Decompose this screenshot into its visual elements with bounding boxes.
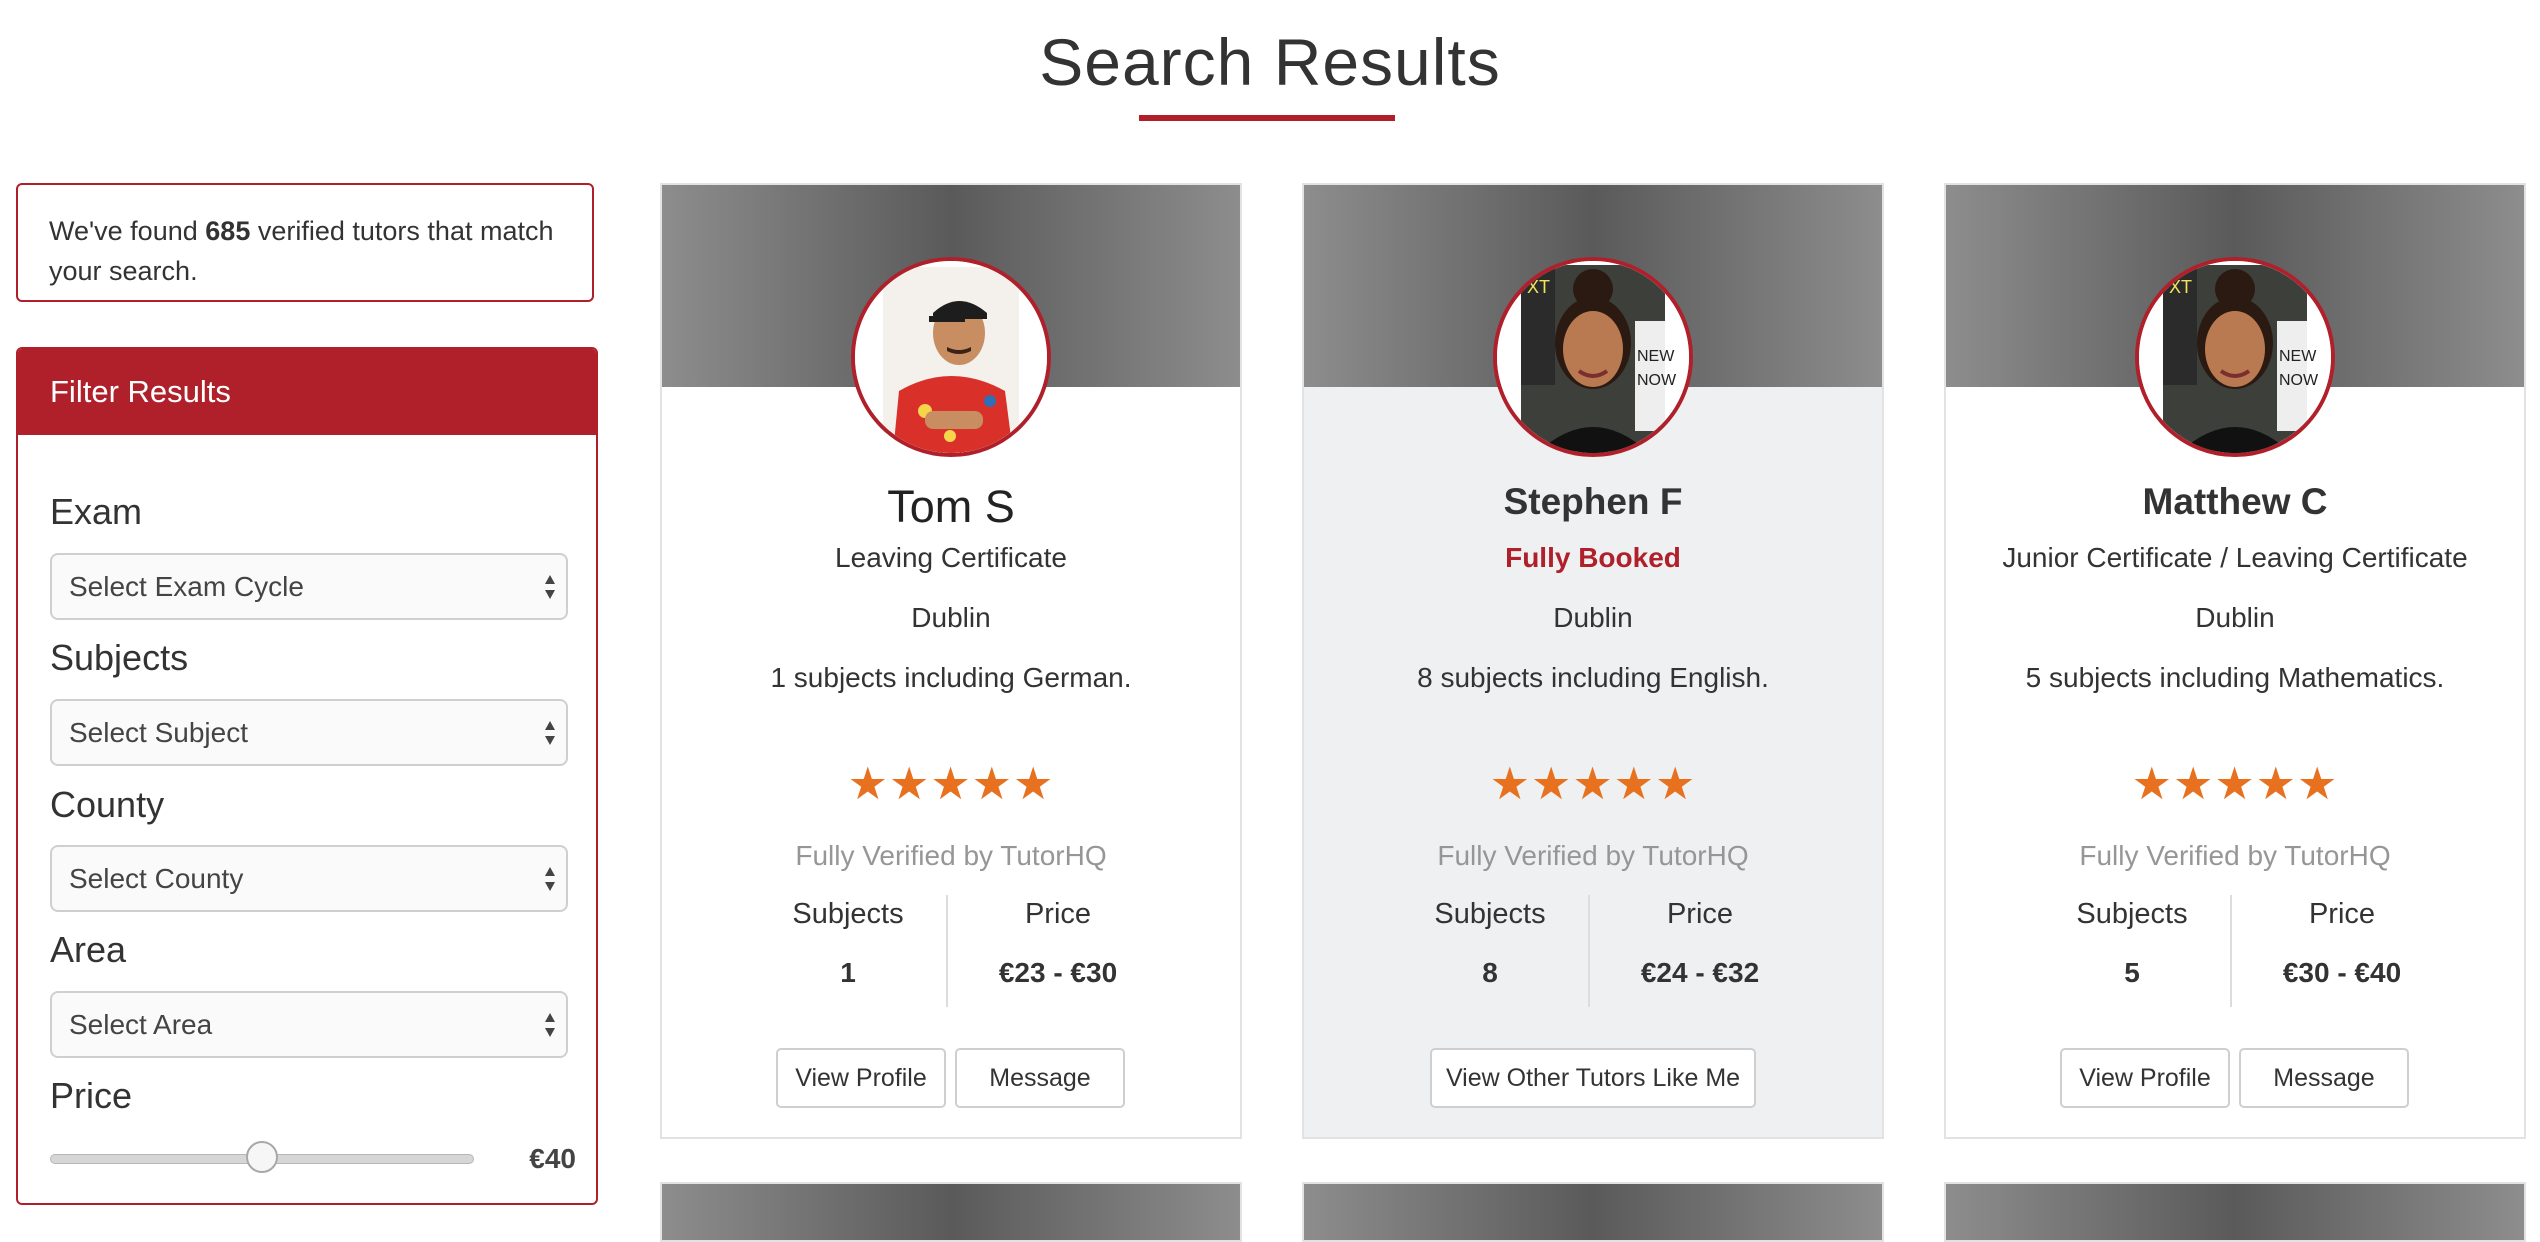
select-arrows-icon <box>545 721 555 745</box>
subjects-stat-label: Subjects <box>2076 898 2188 930</box>
svg-text:NOW: NOW <box>2279 372 2319 389</box>
tutor-subjects-summary: 5 subjects including Mathematics. <box>2025 662 2445 693</box>
subjects-label: Subjects <box>50 637 189 678</box>
view-profile-button[interactable]: View Profile <box>2060 1048 2230 1108</box>
subjects-stat-label: Subjects <box>1434 898 1546 930</box>
county-select[interactable]: Select County <box>50 845 568 912</box>
price-stat: Price €23 - €30 <box>958 898 1158 989</box>
price-stat-label: Price <box>1024 898 1092 930</box>
svg-text:XT: XT <box>2169 277 2192 297</box>
subjects-stat-label: Subjects <box>792 898 904 930</box>
filter-heading: Filter Results <box>18 349 596 435</box>
select-arrows-icon <box>545 575 555 599</box>
view-other-tutors-button[interactable]: View Other Tutors Like Me <box>1430 1048 1756 1108</box>
select-arrows-icon <box>545 867 555 891</box>
results-count: 685 <box>205 216 251 246</box>
tutor-card-partial <box>660 1182 1242 1242</box>
tutor-name[interactable]: Stephen F <box>1304 481 1882 523</box>
tutor-avatar[interactable] <box>851 257 1051 457</box>
tutor-name[interactable]: Tom S <box>662 481 1240 533</box>
rating-stars: ★★★★★ <box>1489 758 1697 809</box>
price-stat-label: Price <box>2308 898 2376 930</box>
tutor-exam: Junior Certificate / Leaving Certificate <box>2002 542 2468 573</box>
subject-select[interactable]: Select Subject <box>50 699 568 766</box>
title-underline <box>1139 115 1395 121</box>
svg-text:NEW: NEW <box>2279 348 2317 365</box>
area-label: Area <box>50 929 127 970</box>
results-count-box: We've found 685 verified tutors that mat… <box>16 183 594 302</box>
price-slider-value: €40 <box>529 1143 576 1174</box>
area-select[interactable]: Select Area <box>50 991 568 1058</box>
exam-select[interactable]: Select Exam Cycle <box>50 553 568 620</box>
subject-select-value: Select Subject <box>69 717 248 748</box>
tutor-subjects-summary: 8 subjects including English. <box>1417 662 1769 693</box>
tutor-location: Dublin <box>1553 602 1633 633</box>
stat-divider <box>946 895 948 1007</box>
subjects-stat-value: 8 <box>1482 957 1498 988</box>
subjects-stat-value: 5 <box>2124 957 2140 988</box>
stat-divider <box>2230 895 2232 1007</box>
tutor-card-partial <box>1944 1182 2526 1242</box>
verified-text: Fully Verified by TutorHQ <box>795 840 1107 871</box>
tutor-avatar[interactable]: XT NEW NOW <box>2135 257 2335 457</box>
subjects-stat: Subjects 1 <box>748 898 948 989</box>
verified-text: Fully Verified by TutorHQ <box>2079 840 2391 871</box>
svg-text:NEW: NEW <box>1637 348 1675 365</box>
price-stat-value: €30 - €40 <box>2282 957 2402 988</box>
price-stat-label: Price <box>1666 898 1734 930</box>
subjects-stat-value: 1 <box>840 957 856 988</box>
price-slider-thumb[interactable] <box>246 1141 278 1173</box>
message-button[interactable]: Message <box>2239 1048 2409 1108</box>
price-stat: Price €24 - €32 <box>1600 898 1800 989</box>
results-count-prefix: We've found <box>49 216 198 246</box>
price-stat: Price €30 - €40 <box>2242 898 2442 989</box>
tutor-location: Dublin <box>2195 602 2275 633</box>
svg-text:NOW: NOW <box>1637 372 1677 389</box>
county-label: County <box>50 784 165 825</box>
area-select-value: Select Area <box>69 1009 213 1040</box>
tutor-card: XT NEW NOW Matthew C Junior Certificate … <box>1944 183 2526 1139</box>
tutor-location: Dublin <box>911 602 991 633</box>
select-arrows-icon <box>545 1013 555 1037</box>
tutor-name[interactable]: Matthew C <box>1946 481 2524 523</box>
filter-panel: Filter Results Exam Select Exam Cycle Su… <box>16 347 598 1205</box>
search-results-page: Search Results We've found 685 verified … <box>0 0 2540 1242</box>
tutor-card: XT NEW NOW Stephen F Fully Booked Dublin… <box>1302 183 1884 1139</box>
exam-select-value: Select Exam Cycle <box>69 571 304 602</box>
exam-label: Exam <box>50 491 143 532</box>
tutor-subjects-summary: 1 subjects including German. <box>770 662 1132 693</box>
price-stat-value: €24 - €32 <box>1640 957 1760 988</box>
rating-stars: ★★★★★ <box>2131 758 2339 809</box>
subjects-stat: Subjects 8 <box>1390 898 1590 989</box>
fully-booked-status: Fully Booked <box>1505 542 1681 573</box>
county-select-value: Select County <box>69 863 244 894</box>
message-button[interactable]: Message <box>955 1048 1125 1108</box>
tutor-card-partial <box>1302 1182 1884 1242</box>
price-label: Price <box>50 1075 133 1116</box>
rating-stars: ★★★★★ <box>847 758 1055 809</box>
view-profile-button[interactable]: View Profile <box>776 1048 946 1108</box>
verified-text: Fully Verified by TutorHQ <box>1437 840 1749 871</box>
tutor-avatar[interactable]: XT NEW NOW <box>1493 257 1693 457</box>
tutor-card: Tom S Leaving Certificate Dublin 1 subje… <box>660 183 1242 1139</box>
svg-text:XT: XT <box>1527 277 1550 297</box>
subjects-stat: Subjects 5 <box>2032 898 2232 989</box>
price-stat-value: €23 - €30 <box>998 957 1118 988</box>
tutor-exam: Leaving Certificate <box>835 542 1067 573</box>
stat-divider <box>1588 895 1590 1007</box>
page-title: Search Results <box>1039 25 1501 99</box>
